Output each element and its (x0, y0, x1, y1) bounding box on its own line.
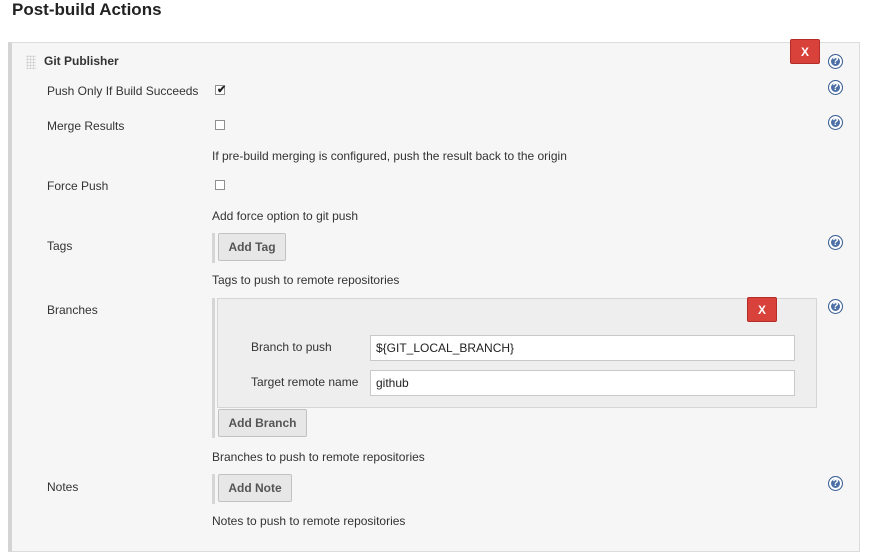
add-note-button[interactable]: Add Note (218, 474, 292, 502)
git-publisher-panel (8, 42, 860, 552)
tags-container-bar (212, 233, 215, 263)
target-remote-input[interactable]: github (370, 370, 795, 396)
help-icon-branches[interactable]: ? (828, 299, 843, 314)
force-push-label: Force Push (47, 179, 109, 193)
tags-description: Tags to push to remote repositories (212, 273, 400, 287)
drag-handle-icon[interactable] (26, 55, 36, 69)
branch-to-push-input[interactable]: ${GIT_LOCAL_BRANCH} (370, 335, 795, 361)
section-title: Post-build Actions (12, 0, 162, 19)
help-icon-tags[interactable]: ? (828, 235, 843, 250)
help-icon-push-only[interactable]: ? (828, 80, 843, 95)
add-tag-button[interactable]: Add Tag (218, 233, 286, 261)
push-only-label: Push Only If Build Succeeds (47, 84, 199, 98)
tags-label: Tags (47, 239, 73, 253)
notes-description: Notes to push to remote repositories (212, 514, 406, 528)
branches-description: Branches to push to remote repositories (212, 450, 425, 464)
merge-results-description: If pre-build merging is configured, push… (212, 149, 567, 163)
push-only-checkbox[interactable]: ✔ (215, 84, 227, 96)
notes-label: Notes (47, 480, 79, 494)
merge-results-checkbox[interactable] (215, 120, 225, 130)
branches-label: Branches (47, 303, 98, 317)
force-push-description: Add force option to git push (212, 209, 359, 223)
delete-publisher-button[interactable]: X (790, 39, 820, 64)
force-push-checkbox[interactable] (215, 180, 225, 190)
delete-branch-button[interactable]: X (747, 297, 777, 322)
branches-container-bar (212, 298, 215, 438)
notes-container-bar (212, 474, 215, 504)
add-branch-button[interactable]: Add Branch (218, 409, 307, 437)
help-icon-merge-results[interactable]: ? (828, 115, 843, 130)
help-icon-notes[interactable]: ? (828, 476, 843, 491)
branch-to-push-label: Branch to push (251, 340, 332, 354)
checkmark-icon: ✔ (217, 84, 227, 96)
publisher-title: Git Publisher (44, 54, 119, 68)
help-icon-publisher[interactable]: ? (828, 54, 843, 69)
merge-results-label: Merge Results (47, 119, 125, 133)
target-remote-label: Target remote name (251, 375, 359, 389)
